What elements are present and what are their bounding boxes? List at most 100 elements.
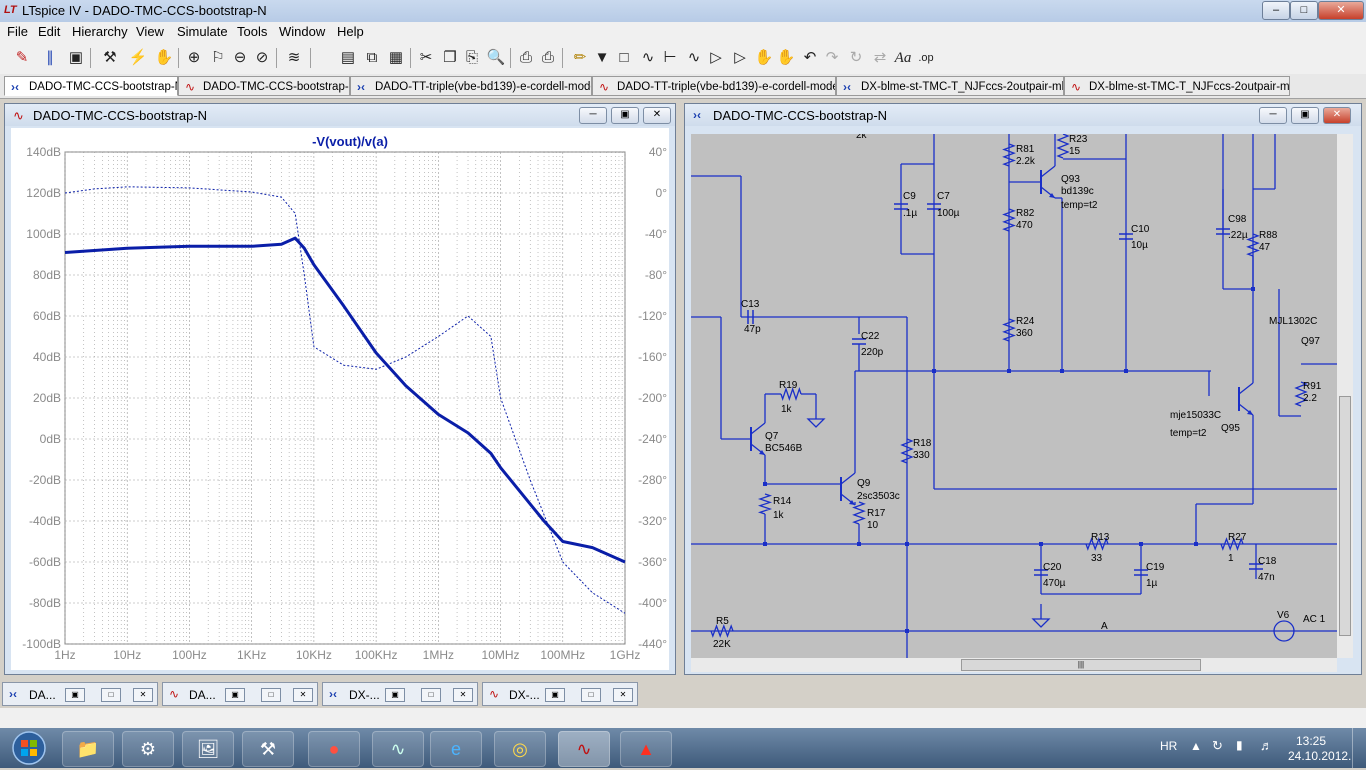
tile-horizontal-icon[interactable]: ▤ [338,48,358,68]
task-close-button[interactable]: ✕ [453,688,473,702]
draw-wire-icon[interactable]: ✏ [570,48,590,68]
move-icon[interactable]: ✋ [754,48,774,68]
zoom-cancel-icon[interactable]: ⊘ [252,48,272,68]
resistor-icon[interactable]: ∿ [638,48,658,68]
menu-window[interactable]: Window [279,24,325,39]
task-close-button[interactable]: ✕ [133,688,153,702]
trace-label[interactable]: -V(vout)/v(a) [312,134,388,149]
capacitor-icon[interactable]: ⊢ [660,48,680,68]
mdi-task-3[interactable]: ›‹ DX-... ▣ □ ✕ [322,682,478,706]
ie-taskbar-icon[interactable]: e [430,731,482,767]
presentation-taskbar-icon[interactable]: 🖼 [182,731,234,767]
doc-tab-waveform-2[interactable]: ∿ DADO-TT-triple(vbe-bd139)-e-cordell-mod… [592,76,836,96]
doc-tab-waveform-3[interactable]: ∿ DX-blme-st-TMC-T_NJFccs-2outpair-mk2 [1064,76,1290,96]
schematic-restore-button[interactable]: ▣ [1291,107,1319,124]
waveform-minimize-button[interactable]: ─ [579,107,607,124]
explorer-taskbar-icon[interactable]: 📁 [62,731,114,767]
find-icon[interactable]: 🔍 [486,48,506,68]
doc-tab-schematic-1[interactable]: ›‹ DADO-TMC-CCS-bootstrap-N [4,76,178,96]
menu-edit[interactable]: Edit [38,24,60,39]
pdf-taskbar-icon[interactable]: ▲ [620,731,672,767]
doc-tab-schematic-2[interactable]: ›‹ DADO-TT-triple(vbe-bd139)-e-cordell-mo… [350,76,592,96]
waveform-close-button[interactable]: ✕ [643,107,671,124]
close-button[interactable]: ✕ [1318,1,1364,20]
menu-help[interactable]: Help [337,24,364,39]
sync-icon[interactable]: ↻ [1212,738,1223,754]
task-maximize-button[interactable]: □ [261,688,281,702]
undo-icon[interactable]: ↶ [800,48,820,68]
doc-tab-waveform-1[interactable]: ∿ DADO-TMC-CCS-bootstrap-N [178,76,350,96]
doc-tab-schematic-3[interactable]: ›‹ DX-blme-st-TMC-T_NJFccs-2outpair-mk2 [836,76,1064,96]
vertical-scroll-thumb[interactable] [1339,396,1351,636]
schematic-close-button[interactable]: ✕ [1323,107,1351,124]
ltspice-taskbar-icon[interactable]: ∿ [558,731,610,767]
task-restore-button[interactable]: ▣ [545,688,565,702]
cascade-icon[interactable]: ⧉ [362,48,382,68]
halt-icon[interactable]: ✋ [154,48,174,68]
minimize-button[interactable]: – [1262,1,1290,20]
rotate-icon[interactable]: ↻ [846,48,866,68]
diode-icon[interactable]: ▷ [706,48,726,68]
copy-icon[interactable]: ❐ [440,48,460,68]
tray-expand-icon[interactable]: ▲ [1190,739,1202,753]
plot-pane[interactable]: -V(vout)/v(a) 140dB 120dB 100dB 80dB 60dB 40d… [11,128,669,670]
open-icon[interactable]: ✎ [12,48,32,68]
task-maximize-button[interactable]: □ [581,688,601,702]
media-taskbar-icon[interactable]: ◎ [494,731,546,767]
schematic-canvas[interactable]: 2k R81 2.2k R23 15 Q93 bd139c temp=t2 C9 .1µ C7 100… [691,134,1337,658]
print-setup-icon[interactable]: ⎙ [538,48,558,68]
spice-directive-icon[interactable]: .op [916,48,936,68]
task-maximize-button[interactable]: □ [421,688,441,702]
waveform-restore-button[interactable]: ▣ [611,107,639,124]
pan-icon[interactable]: ⚐ [208,48,228,68]
cut-icon[interactable]: ✂ [416,48,436,68]
horizontal-scroll-thumb[interactable]: ||| [961,659,1201,671]
zoom-out-icon[interactable]: ⊖ [230,48,250,68]
menu-view[interactable]: View [136,24,164,39]
start-button[interactable] [4,729,54,767]
save-icon[interactable]: ▣ [66,48,86,68]
schematic-icon[interactable]: ∥ [40,48,60,68]
task-close-button[interactable]: ✕ [613,688,633,702]
oscilloscope-taskbar-icon[interactable]: ∿ [372,731,424,767]
run-icon[interactable]: ⚡ [128,48,148,68]
task-restore-button[interactable]: ▣ [65,688,85,702]
paste-icon[interactable]: ⎘ [462,48,482,68]
inductor-icon[interactable]: ∿ [684,48,704,68]
clock-date[interactable]: 24.10.2012. [1288,749,1351,763]
component-icon[interactable]: ▷ [730,48,750,68]
horizontal-scrollbar[interactable]: ||| [691,658,1337,672]
task-restore-button[interactable]: ▣ [225,688,245,702]
zoom-in-icon[interactable]: ⊕ [184,48,204,68]
task-maximize-button[interactable]: □ [101,688,121,702]
menu-hierarchy[interactable]: Hierarchy [72,24,128,39]
clock-time[interactable]: 13:25 [1296,734,1326,748]
mdi-task-1[interactable]: ›‹ DA... ▣ □ ✕ [2,682,158,706]
ground-icon[interactable]: ▼ [592,48,612,68]
menu-simulate[interactable]: Simulate [177,24,228,39]
bode-plot[interactable]: -V(vout)/v(a) 140dB 120dB 100dB 80dB 60dB 40d… [11,128,669,670]
mdi-task-2[interactable]: ∿ DA... ▣ □ ✕ [162,682,318,706]
show-desktop-button[interactable] [1352,728,1366,768]
network-icon[interactable]: ▮ [1236,738,1243,752]
drag-icon[interactable]: ✋ [776,48,796,68]
mdi-task-4[interactable]: ∿ DX-... ▣ □ ✕ [482,682,638,706]
installer-taskbar-icon[interactable]: ⚙ [122,731,174,767]
mirror-icon[interactable]: ⇄ [870,48,890,68]
tile-vertical-icon[interactable]: ▦ [386,48,406,68]
print-icon[interactable]: ⎙ [516,48,536,68]
vertical-scrollbar[interactable] [1337,134,1353,658]
task-close-button[interactable]: ✕ [293,688,313,702]
tools-taskbar-icon[interactable]: ⚒ [242,731,294,767]
antivirus-taskbar-icon[interactable]: ● [308,731,360,767]
redo-icon[interactable]: ↷ [822,48,842,68]
menu-file[interactable]: File [7,24,28,39]
task-restore-button[interactable]: ▣ [385,688,405,702]
label-net-icon[interactable]: □ [614,48,634,68]
language-indicator[interactable]: HR [1160,739,1177,753]
maximize-button[interactable]: □ [1290,1,1318,20]
volume-icon[interactable]: ♬ [1260,738,1273,753]
schematic-minimize-button[interactable]: ─ [1259,107,1287,124]
control-panel-icon[interactable]: ⚒ [100,48,120,68]
schematic-drawing[interactable]: 2k R812.2k R2315 Q93bd139c temp=t2 C9 .1µ C7 100… [691,134,1337,658]
